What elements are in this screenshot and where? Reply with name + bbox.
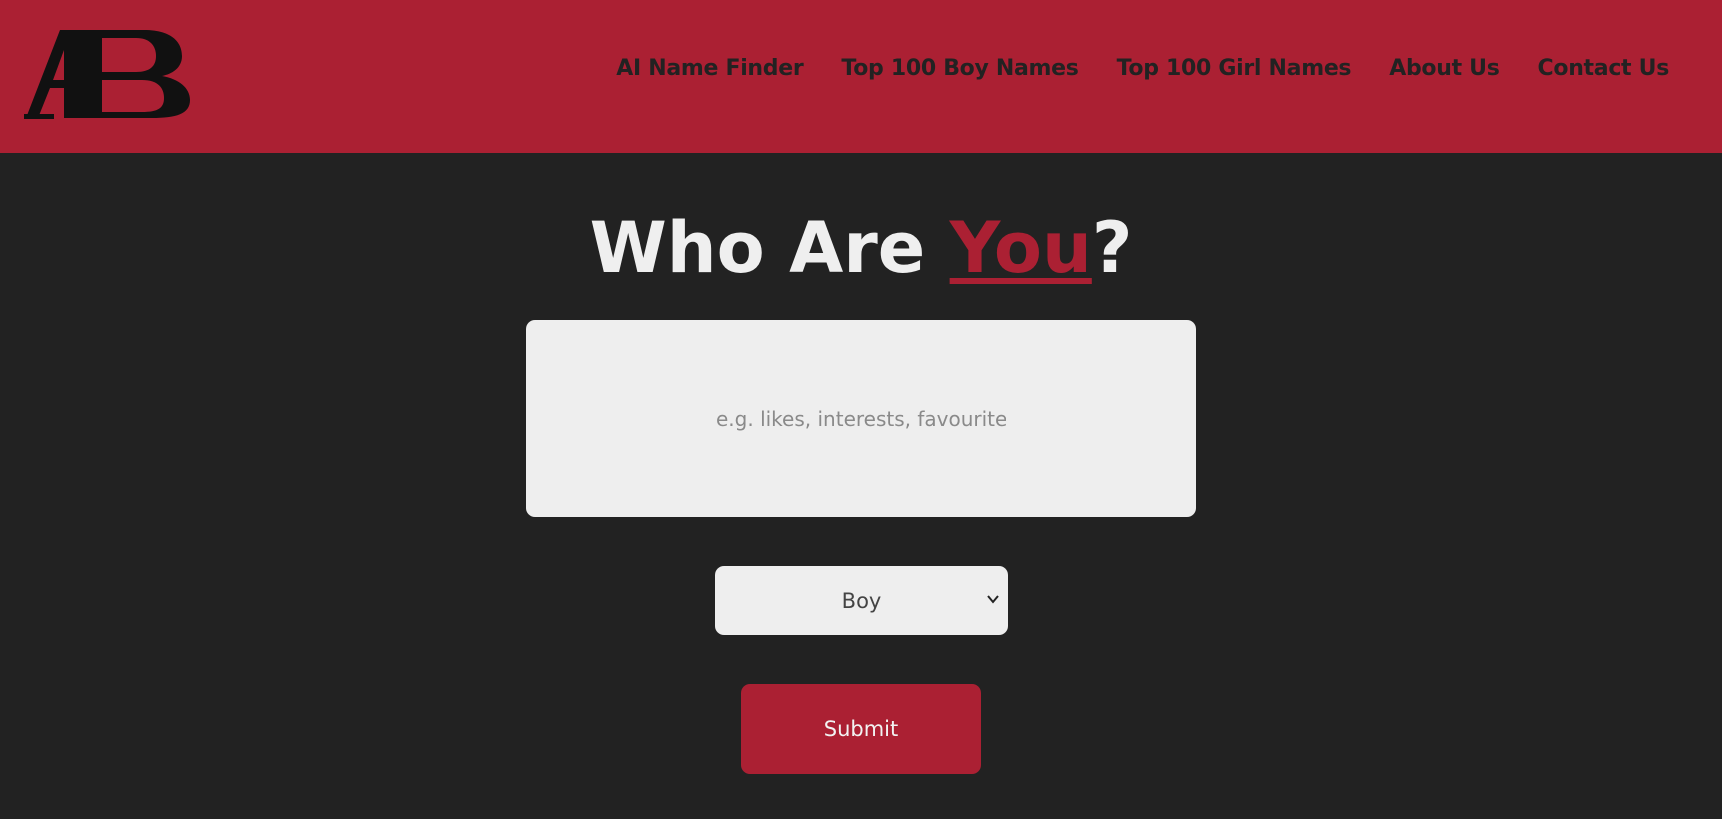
site-header: AI Name Finder Top 100 Boy Names Top 100… (0, 0, 1722, 153)
page-title: Who Are You? (0, 203, 1722, 293)
nav-top-100-boy-names[interactable]: Top 100 Boy Names (841, 56, 1078, 81)
chevron-down-icon (987, 595, 999, 604)
gender-select-value: Boy (841, 588, 882, 613)
title-post: ? (1091, 207, 1133, 289)
gender-select[interactable]: Boy (715, 566, 1008, 635)
title-pre: Who Are (589, 207, 950, 289)
main-nav: AI Name Finder Top 100 Boy Names Top 100… (616, 56, 1669, 81)
main-content: Who Are You? Boy Submit (0, 153, 1722, 819)
nav-ai-name-finder[interactable]: AI Name Finder (616, 56, 803, 81)
description-input[interactable] (716, 406, 1006, 431)
nav-contact-us[interactable]: Contact Us (1538, 56, 1670, 81)
title-accent: You (949, 207, 1092, 289)
nav-about-us[interactable]: About Us (1389, 56, 1500, 81)
logo-ab-icon (24, 30, 190, 119)
submit-button[interactable]: Submit (741, 684, 981, 774)
site-logo[interactable] (24, 26, 192, 122)
description-field[interactable] (526, 320, 1196, 517)
nav-top-100-girl-names[interactable]: Top 100 Girl Names (1117, 56, 1352, 81)
